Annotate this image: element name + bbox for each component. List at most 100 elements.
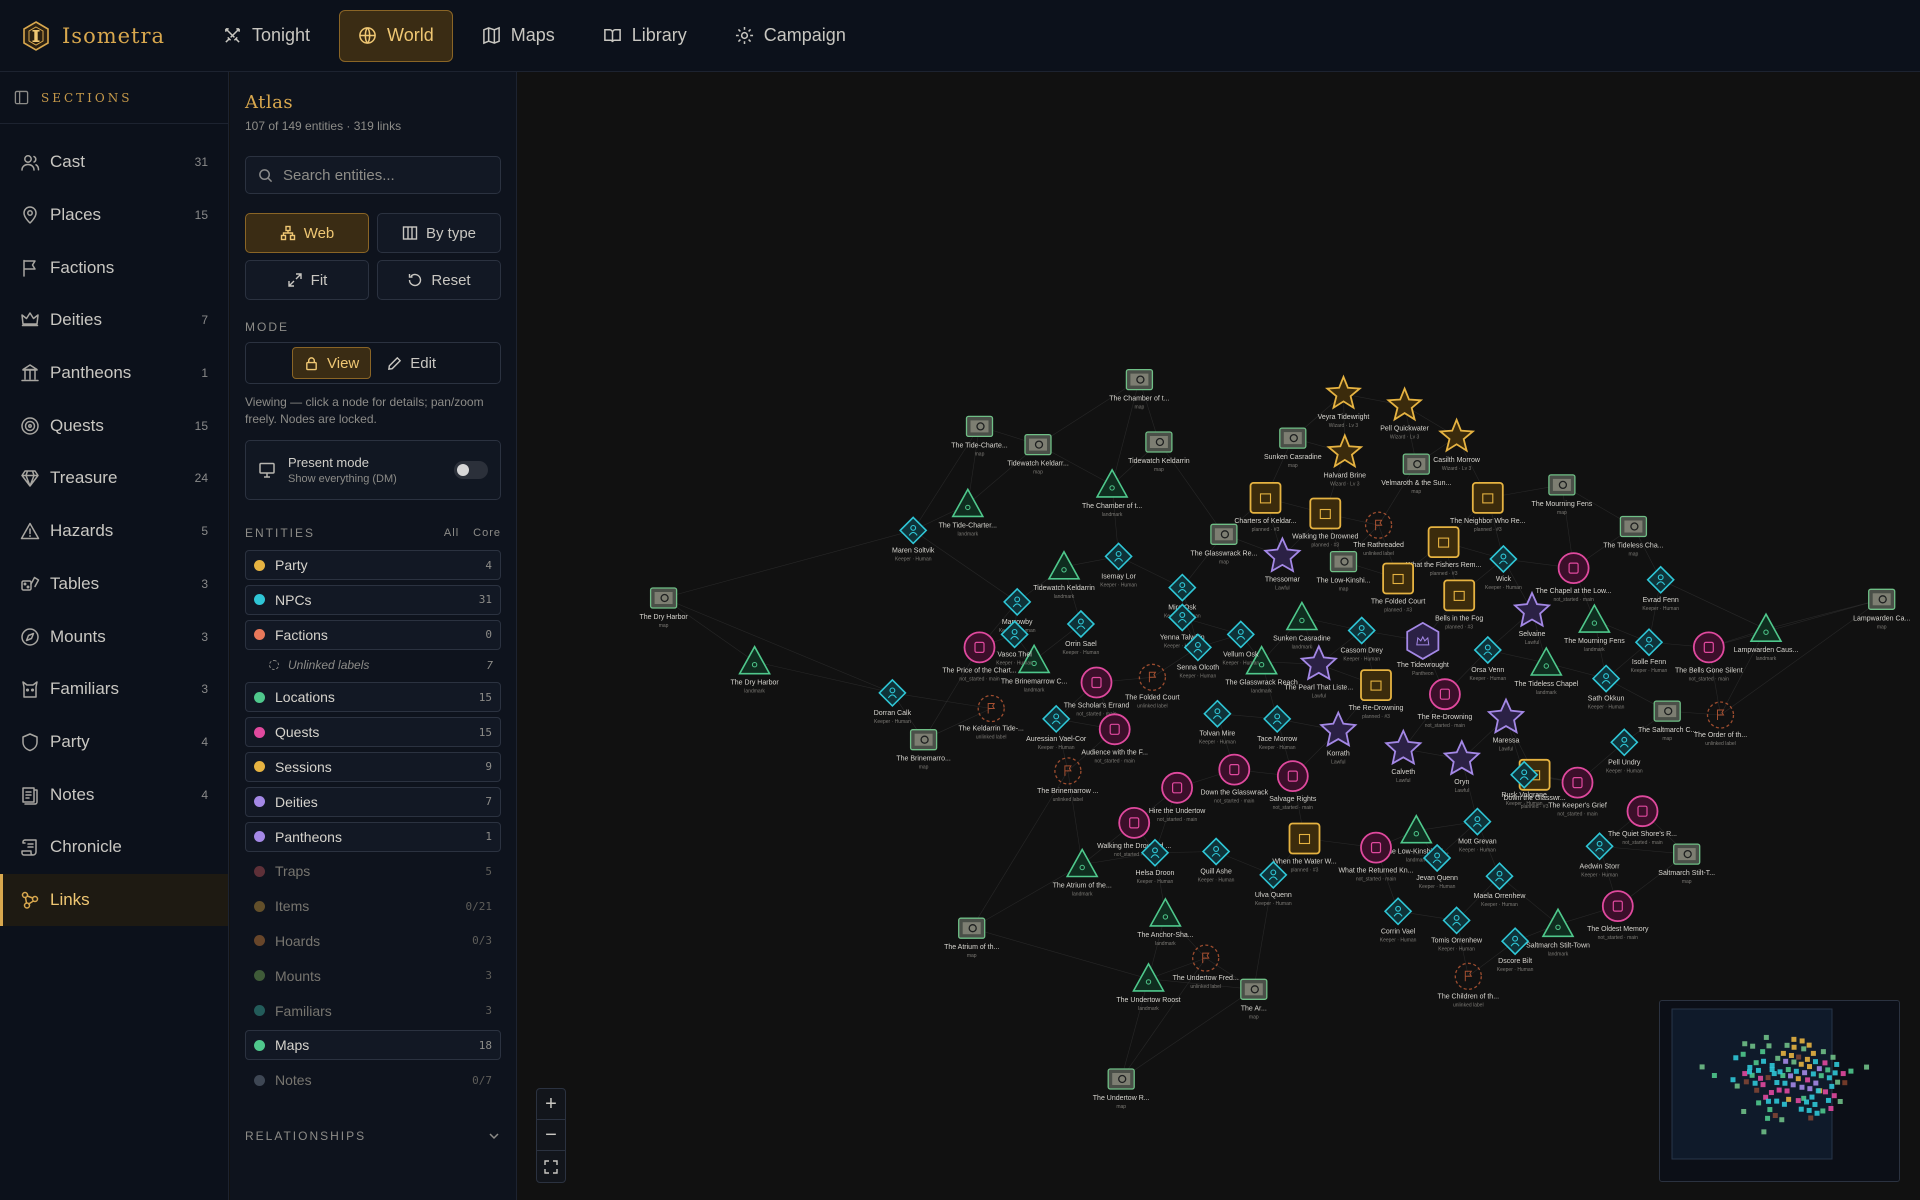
graph-node-faction[interactable]: The Keldarrin Tide-... unlinked label [959, 694, 1024, 741]
graph-node-location[interactable]: The Dry Harbor landmark [730, 645, 779, 695]
graph-node-session[interactable]: Bells in the Fog planned · #3 [1435, 579, 1483, 630]
nav-tonight[interactable]: Tonight [204, 10, 329, 62]
graph-node-location[interactable]: Tidewatch Keldarrin landmark [1033, 550, 1095, 600]
nav-library[interactable]: Library [584, 10, 706, 62]
sidebar-item-notes[interactable]: Notes 4 [0, 768, 228, 821]
graph-node-map[interactable]: The Glasswrack Re... map [1190, 523, 1257, 565]
fit-button[interactable]: Fit [245, 260, 369, 300]
graph-node-session[interactable]: Walking the Drowned planned · #3 [1292, 497, 1359, 549]
sidebar-item-familiars[interactable]: Familiars 3 [0, 663, 228, 716]
sidebar-item-mounts[interactable]: Mounts 3 [0, 610, 228, 663]
graph-node-faction[interactable]: The Children of th... unlinked label [1438, 962, 1500, 1008]
graph-node-map[interactable]: The Dry Harbor map [639, 587, 688, 629]
nav-world[interactable]: World [339, 9, 453, 62]
graph-node-quest[interactable]: The Scholar's Errandnot_started · main [1064, 666, 1130, 718]
entity-search[interactable] [245, 156, 501, 194]
graph-node-location[interactable]: Lampwarden Caus... landmark [1734, 612, 1799, 662]
filter-core-button[interactable]: Core [473, 527, 501, 539]
minimap[interactable] [1659, 1000, 1900, 1182]
sidebar-item-pantheons[interactable]: Pantheons 1 [0, 347, 228, 400]
graph-node-location[interactable]: The Anchor-Sha... landmark [1137, 897, 1194, 947]
graph-node-npc[interactable]: Dorran Calk Keeper · Human [874, 678, 912, 725]
entity-filter-notes[interactable]: Notes 0/7 [245, 1065, 501, 1095]
graph-node-session[interactable]: When the Water W... planned · #3 [1272, 822, 1337, 874]
zoom-out-button[interactable]: − [537, 1120, 565, 1151]
bytype-layout-button[interactable]: By type [377, 213, 501, 253]
graph-node-map[interactable]: The Mourning Fens map [1532, 474, 1593, 516]
graph-node-location[interactable]: The Tide-Charter... landmark [939, 487, 997, 537]
entity-filter-factions[interactable]: Factions 0 [245, 619, 501, 650]
graph-node-map[interactable]: The Undertow R... map [1093, 1068, 1150, 1110]
entity-filter-pantheons[interactable]: Pantheons 1 [245, 821, 501, 852]
graph-node-map[interactable]: The Ar... map [1240, 978, 1268, 1020]
entity-filter-npcs[interactable]: NPCs 31 [245, 584, 501, 615]
graph-node-location[interactable]: The Chamber of t... landmark [1082, 468, 1142, 518]
sidebar-item-cast[interactable]: Cast 31 [0, 136, 228, 189]
graph-node-deity[interactable]: Calveth Lawful [1384, 728, 1423, 784]
entity-filter-hoards[interactable]: Hoards 0/3 [245, 926, 501, 956]
graph-node-npc[interactable]: Maela Orrenhew Keeper · Human [1474, 862, 1527, 908]
graph-node-quest[interactable]: Salvage Rights not_started · main [1269, 760, 1317, 811]
graph-node-map[interactable]: Tidewatch Keldarr... map [1007, 433, 1069, 476]
sidebar-item-hazards[interactable]: Hazards 5 [0, 505, 228, 558]
present-mode-toggle[interactable] [454, 461, 488, 479]
graph-node-npc[interactable]: Vellum Osk Keeper · Human [1222, 620, 1259, 666]
sidebar-item-tables[interactable]: Tables 3 [0, 558, 228, 611]
graph-node-npc[interactable]: Evrad Fenn Keeper · Human [1642, 565, 1679, 612]
graph-node-location[interactable]: Sunken Casradine landmark [1273, 600, 1331, 651]
graph-node-map[interactable]: The Chamber of t... map [1109, 368, 1170, 411]
graph-node-npc[interactable]: Quill Ashe Keeper · Human [1198, 837, 1235, 884]
graph-node-map[interactable]: The Brinemarro... map [896, 729, 951, 771]
entity-filter-items[interactable]: Items 0/21 [245, 891, 501, 921]
entity-filter-locations[interactable]: Locations 15 [245, 682, 501, 713]
relationships-header[interactable]: Relationships [245, 1129, 501, 1143]
sidebar-item-places[interactable]: Places 15 [0, 189, 228, 242]
graph-node-deity[interactable]: Selvaine Lawful [1512, 590, 1552, 646]
graph-node-deity[interactable]: Maressa Lawful [1486, 697, 1526, 753]
graph-node-npc[interactable]: Orsa Venn Keeper · Human [1469, 635, 1506, 682]
graph-node-quest[interactable]: Audience with the F... not_started · main [1081, 713, 1148, 764]
graph-node-npc[interactable]: Maren Soltvik Keeper · Human [892, 516, 935, 562]
graph-node-pantheon[interactable]: The Tidewrought Pantheon [1397, 621, 1449, 677]
graph-node-map[interactable]: The Low-Kinshi... map [1316, 550, 1371, 593]
graph-node-npc[interactable]: Wick Keeper · Human [1485, 544, 1522, 591]
graph-node-session[interactable]: What the Fishers Rem... planned · #3 [1406, 526, 1482, 577]
graph-node-deity[interactable]: Korrath Lawful [1319, 710, 1358, 766]
sidebar-item-links[interactable]: Links [0, 873, 228, 927]
graph-node-party[interactable]: Halvard Brine Wizard · Lv 3 [1324, 432, 1367, 487]
graph-node-faction[interactable]: The Undertow Fred... unlinked label [1173, 944, 1239, 990]
graph-node-npc[interactable]: Sath Okkun Keeper · Human [1588, 664, 1625, 711]
graph-node-npc[interactable]: Tolvan Mire Keeper · Human [1199, 699, 1236, 746]
graph-node-party[interactable]: Pell Quickwater Wizard · Lv 3 [1380, 386, 1430, 441]
sidebar-item-chronicle[interactable]: Chronicle [0, 821, 228, 874]
search-input[interactable] [283, 166, 483, 184]
entity-filter-familiars[interactable]: Familiars 3 [245, 996, 501, 1026]
graph-node-party[interactable]: Casilth Morrow Wizard · Lv 3 [1433, 417, 1481, 472]
graph-node-session[interactable]: The Neighbor Who Re... planned · #3 [1450, 481, 1526, 533]
graph-node-npc[interactable]: Corrin Vael Keeper · Human [1380, 897, 1417, 943]
graph-node-quest[interactable]: The Oldest Memory not_started · main [1587, 890, 1649, 941]
graph-node-session[interactable]: The Re-Drowning planned · #3 [1349, 669, 1404, 720]
graph-node-deity[interactable]: Thessomar Lawful [1263, 536, 1302, 591]
graph-node-quest[interactable]: Hire the Undertow not_started · main [1149, 771, 1206, 823]
graph-node-map[interactable]: The Tide-Charte... map [951, 415, 1008, 457]
graph-node-faction[interactable]: The Order of th... unlinked label [1694, 701, 1747, 747]
filter-all-button[interactable]: All [444, 527, 459, 539]
sidebar-item-party[interactable]: Party 4 [0, 716, 228, 769]
graph-node-npc[interactable]: Ulva Quenn Keeper · Human [1255, 860, 1292, 907]
graph-node-quest[interactable]: The Chapel at the Low... not_started · ma… [1536, 552, 1612, 603]
graph-node-map[interactable]: The Saltmarch C... map [1638, 700, 1696, 742]
entity-filter-party[interactable]: Party 4 [245, 550, 501, 580]
graph-node-npc[interactable]: Isolle Fenn Keeper · Human [1631, 628, 1668, 674]
graph-node-npc[interactable]: Cassom Drey Keeper · Human [1340, 616, 1383, 663]
graph-node-session[interactable]: Charters of Keldar... planned · #3 [1234, 481, 1297, 533]
graph-node-npc[interactable]: Tomis Orrenhew Keeper · Human [1431, 906, 1483, 952]
graph-node-map[interactable]: Saltmarch Stilt-T... map [1658, 843, 1715, 885]
graph-node-npc[interactable]: Orrin Sael Keeper · Human [1063, 609, 1100, 656]
view-mode-button[interactable]: View [292, 347, 372, 379]
graph-node-npc[interactable]: Mott Grevan Keeper · Human [1458, 807, 1497, 854]
sidebar-item-factions[interactable]: Factions [0, 241, 228, 294]
nav-campaign[interactable]: Campaign [716, 10, 865, 62]
graph-node-faction[interactable]: The Brinemarrow ... unlinked label [1037, 757, 1099, 803]
entity-filter-quests[interactable]: Quests 15 [245, 717, 501, 748]
